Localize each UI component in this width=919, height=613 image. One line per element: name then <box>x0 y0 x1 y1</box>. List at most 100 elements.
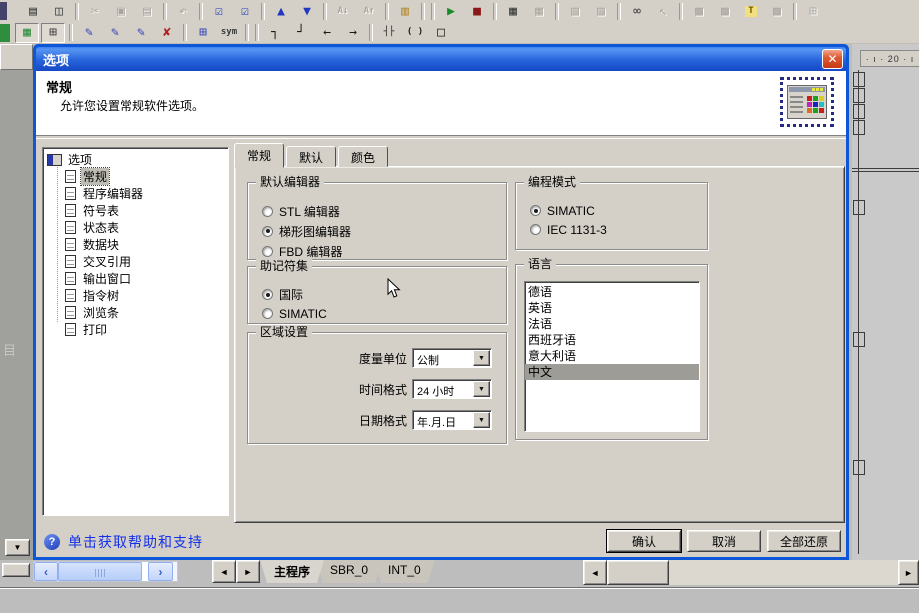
paste-icon[interactable]: ▤ <box>135 1 159 21</box>
nav-scroll-down-button[interactable]: ▼ <box>5 539 30 556</box>
tab-default[interactable]: 默认 <box>286 146 336 167</box>
symbol-view-icon[interactable]: ▦ <box>15 23 39 43</box>
tree-item-program-editor[interactable]: 程序编辑器 <box>43 185 228 202</box>
sheet-tab-main-program[interactable]: 主程序 <box>260 560 324 583</box>
chart-status-icon[interactable]: ▧ <box>563 1 587 21</box>
restore-all-button[interactable]: 全部还原 <box>767 530 841 552</box>
line-up-icon[interactable]: ┘ <box>289 23 313 43</box>
language-option-english[interactable]: 英语 <box>525 300 699 316</box>
coil-icon[interactable]: ( ) <box>403 23 427 43</box>
ladder-element <box>853 72 865 87</box>
tree-item-symbol-table[interactable]: 符号表 <box>43 202 228 219</box>
line-left-icon[interactable]: ← <box>315 23 339 43</box>
insert-column-icon[interactable]: ✎ <box>103 23 127 43</box>
cut-icon[interactable]: ✂ <box>83 1 107 21</box>
toolbar-separator <box>323 3 327 20</box>
help-link[interactable]: ? 单击获取帮助和支持 <box>44 532 203 552</box>
sort-descending-icon[interactable]: A↑ <box>357 1 381 21</box>
upload-icon[interactable]: ▲ <box>269 1 293 21</box>
undo-icon[interactable]: ↶ <box>171 1 195 21</box>
chevron-down-icon[interactable]: ▼ <box>473 350 490 366</box>
dialog-titlebar[interactable]: 选项 ✕ <box>36 47 846 71</box>
sheet-tab-sbr-0[interactable]: SBR_0 <box>316 560 382 583</box>
scrollbar-thumb[interactable] <box>58 562 142 581</box>
tree-item-data-block[interactable]: 数据块 <box>43 236 228 253</box>
tab-color[interactable]: 颜色 <box>338 146 388 167</box>
close-button[interactable]: ✕ <box>822 49 843 69</box>
chevron-down-icon[interactable]: ▼ <box>473 412 490 428</box>
radio-stl-editor[interactable]: STL 编辑器 <box>262 201 500 221</box>
tab-general[interactable]: 常规 <box>234 143 284 168</box>
document-icon <box>65 323 76 336</box>
insert-row-icon[interactable]: ✎ <box>77 23 101 43</box>
language-option-spanish[interactable]: 西班牙语 <box>525 332 699 348</box>
radio-international[interactable]: 国际 <box>262 285 500 304</box>
language-option-german[interactable]: 德语 <box>525 284 699 300</box>
tab-scroll-right-button[interactable]: ► <box>236 560 260 583</box>
date-format-combo[interactable]: 年.月.日▼ <box>412 410 492 430</box>
scrollbar-thumb[interactable] <box>607 560 669 585</box>
pointer-icon[interactable]: ↖ <box>651 1 675 21</box>
apply-grid-icon[interactable]: ⊞ <box>801 1 825 21</box>
bookmark-toggle-icon[interactable]: ▩ <box>687 1 711 21</box>
print-icon[interactable]: ▤ <box>21 1 45 21</box>
language-option-italian[interactable]: 意大利语 <box>525 348 699 364</box>
download-icon[interactable]: ▼ <box>295 1 319 21</box>
language-listbox[interactable]: 德语英语法语西班牙语意大利语中文 <box>524 281 700 432</box>
copy-icon[interactable]: ▣ <box>109 1 133 21</box>
run-icon[interactable]: ▶ <box>439 1 463 21</box>
goggles-icon[interactable]: ∞ <box>625 1 649 21</box>
language-option-chinese[interactable]: 中文 <box>525 364 699 380</box>
time-format-combo[interactable]: 24 小时▼ <box>412 379 492 399</box>
sort-ascending-icon[interactable]: A↓ <box>331 1 355 21</box>
radio-simatic[interactable]: SIMATIC <box>530 201 701 220</box>
insert-network-icon[interactable]: ✎ <box>129 23 153 43</box>
stop-icon[interactable]: ■ <box>465 1 489 21</box>
line-right-icon[interactable]: → <box>341 23 365 43</box>
radio-simatic-mnemonics[interactable]: SIMATIC <box>262 304 500 323</box>
cancel-button[interactable]: 取消 <box>687 530 761 552</box>
bookmark-flag-icon[interactable]: T <box>739 1 763 21</box>
scroll-left-button[interactable]: ‹ <box>34 562 58 581</box>
contact-icon[interactable]: ┤├ <box>377 23 401 43</box>
bookmark-clear-icon[interactable]: ▩ <box>765 1 789 21</box>
delete-network-icon[interactable]: ✘ <box>155 23 179 43</box>
language-option-french[interactable]: 法语 <box>525 316 699 332</box>
address-grid-icon[interactable]: ⊞ <box>191 23 215 43</box>
radio-iec-1131-3[interactable]: IEC 1131-3 <box>530 220 701 239</box>
box-icon[interactable]: □ <box>429 23 453 43</box>
print-preview-icon[interactable]: ◫ <box>47 1 71 21</box>
line-down-icon[interactable]: ┐ <box>263 23 287 43</box>
tab-scroll-left-button[interactable]: ◄ <box>212 560 236 583</box>
tree-item-cross-reference[interactable]: 交叉引用 <box>43 253 228 270</box>
scroll-left-button[interactable]: ◄ <box>583 560 607 585</box>
trend-chart-icon[interactable]: ▨ <box>589 1 613 21</box>
program-status-icon[interactable]: ▦ <box>501 1 525 21</box>
tree-item-general[interactable]: 常规 <box>43 168 228 185</box>
bookmark-next-icon[interactable]: ▩ <box>713 1 737 21</box>
table-view-icon[interactable]: ⊞ <box>41 23 65 43</box>
tree-item-instruction-tree[interactable]: 指令树 <box>43 287 228 304</box>
sym-toggle-icon[interactable]: sym <box>217 23 241 43</box>
radio-ladder-editor[interactable]: 梯形图编辑器 <box>262 221 500 241</box>
scroll-right-button[interactable]: › <box>148 562 173 581</box>
scrollbar-track[interactable] <box>669 560 898 585</box>
radio-fbd-editor[interactable]: FBD 编辑器 <box>262 241 500 261</box>
tree-item-print[interactable]: 打印 <box>43 321 228 338</box>
scroll-right-button[interactable]: ► <box>898 560 919 585</box>
measurement-units-combo[interactable]: 公制▼ <box>412 348 492 368</box>
group-title: 语言 <box>524 257 556 271</box>
tree-item-output-window[interactable]: 输出窗口 <box>43 270 228 287</box>
tree-root[interactable]: 选项 <box>43 151 228 168</box>
tree-item-status-chart[interactable]: 状态表 <box>43 219 228 236</box>
chevron-down-icon[interactable]: ▼ <box>473 381 490 397</box>
confirm-button[interactable]: 确认 <box>607 530 681 552</box>
toolbar-row-2: ▦⊞✎✎✎✘⊞sym┐┘←→┤├( )□ <box>0 22 919 44</box>
time-format-row: 时间格式24 小时▼ <box>248 379 492 399</box>
compile-all-icon[interactable]: ☑ <box>233 1 257 21</box>
pause-status-icon[interactable]: ▦ <box>527 1 551 21</box>
options-paste-icon[interactable]: ▥ <box>393 1 417 21</box>
compile-icon[interactable]: ☑ <box>207 1 231 21</box>
sheet-tab-int-0[interactable]: INT_0 <box>374 560 435 583</box>
tree-item-browse-bar[interactable]: 浏览条 <box>43 304 228 321</box>
